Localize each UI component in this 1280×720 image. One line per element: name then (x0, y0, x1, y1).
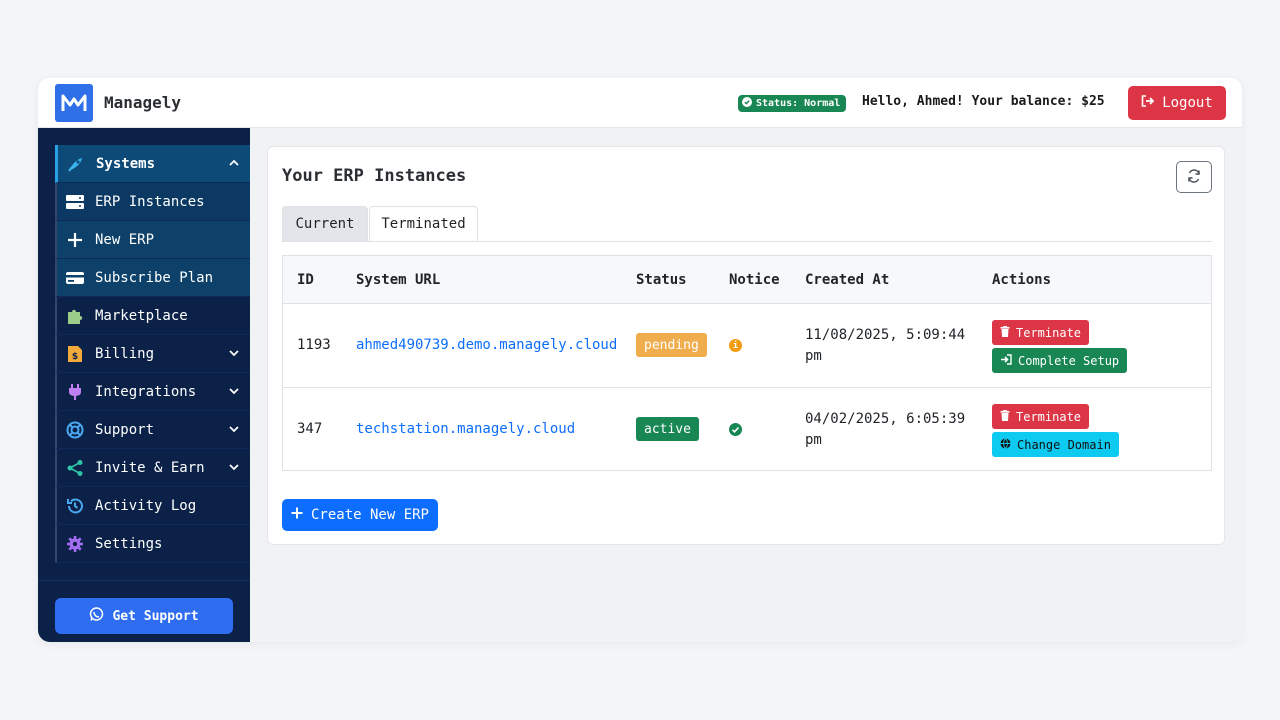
logout-label: Logout (1162, 95, 1213, 111)
check-circle-icon (729, 423, 742, 436)
column-header-notice: Notice (729, 272, 780, 288)
greeting-balance: Hello, Ahmed! Your balance: $25 (862, 94, 1105, 109)
status-badge: Status: Normal (738, 95, 847, 112)
sidebar: Systems ERP Instances New ERP Subscribe … (38, 128, 250, 642)
sidebar-item-label: New ERP (95, 231, 155, 248)
plug-icon (65, 382, 85, 402)
status-badge-active: active (636, 417, 699, 441)
complete-setup-button[interactable]: Complete Setup (992, 348, 1128, 373)
top-bar: Managely Status: Normal Hello, Ahmed! Yo… (38, 78, 1242, 128)
change-domain-button[interactable]: Change Domain (992, 432, 1119, 457)
history-icon (65, 496, 85, 516)
table-header: ID System URL Status Notice Created At A… (283, 256, 1211, 304)
sidebar-item-label: Integrations (95, 383, 197, 400)
chevron-down-icon (228, 385, 240, 401)
instance-tabs: Current Terminated (282, 206, 1212, 242)
instances-table: ID System URL Status Notice Created At A… (282, 255, 1212, 471)
instance-url-link[interactable]: ahmed490739.demo.managely.cloud (356, 337, 617, 353)
table-row: 347 techstation.managely.cloud active 04… (283, 388, 1211, 472)
plus-icon (65, 230, 85, 250)
sidebar-item-settings[interactable]: Settings (55, 525, 250, 563)
refresh-icon (1187, 168, 1201, 186)
terminate-button[interactable]: Terminate (992, 404, 1090, 429)
sidebar-item-label: Settings (95, 535, 163, 552)
sidebar-item-label: ERP Instances (95, 193, 205, 210)
sidebar-item-activity-log[interactable]: Activity Log (55, 487, 250, 525)
gear-icon (65, 534, 85, 554)
trash-icon (1000, 409, 1010, 424)
sidebar-item-invite-earn[interactable]: Invite & Earn (55, 449, 250, 487)
tab-terminated[interactable]: Terminated (369, 206, 478, 242)
instance-id: 1193 (297, 337, 331, 353)
sidebar-item-support[interactable]: Support (55, 411, 250, 449)
create-new-erp-label: Create New ERP (310, 507, 429, 523)
sidebar-item-label: Billing (95, 345, 155, 362)
sidebar-item-subscribe-plan[interactable]: Subscribe Plan (55, 259, 250, 297)
chevron-down-icon (228, 461, 240, 477)
server-icon (65, 192, 85, 212)
instance-id: 347 (297, 421, 323, 437)
sidebar-item-label: Systems (96, 155, 156, 172)
whatsapp-icon (89, 606, 104, 626)
column-header-status: Status (636, 272, 687, 288)
page-title: Your ERP Instances (282, 166, 467, 186)
logout-button[interactable]: Logout (1128, 86, 1226, 120)
column-header-actions: Actions (992, 272, 1052, 288)
column-header-id: ID (297, 272, 314, 288)
sidebar-item-label: Support (95, 421, 155, 438)
brand-name: Managely (104, 93, 182, 112)
chevron-up-icon (228, 157, 240, 173)
create-new-erp-button[interactable]: Create New ERP (282, 499, 438, 531)
change-domain-label: Change Domain (1017, 437, 1111, 452)
lifebuoy-icon (65, 420, 85, 440)
status-badge-pending: pending (636, 333, 707, 357)
terminate-label: Terminate (1016, 325, 1082, 340)
app-window: Managely Status: Normal Hello, Ahmed! Yo… (38, 78, 1242, 642)
complete-setup-label: Complete Setup (1018, 353, 1120, 368)
sidebar-item-erp-instances[interactable]: ERP Instances (55, 183, 250, 221)
svg-text:$: $ (72, 352, 78, 362)
info-icon[interactable]: i (729, 339, 742, 352)
instance-url-link[interactable]: techstation.managely.cloud (356, 421, 575, 437)
created-at: 04/02/2025, 6:05:39 pm (805, 411, 966, 448)
sidebar-item-billing[interactable]: $ Billing (55, 335, 250, 373)
rocket-icon (66, 154, 86, 174)
sidebar-item-label: Invite & Earn (95, 459, 205, 476)
table-row: 1193 ahmed490739.demo.managely.cloud pen… (283, 304, 1211, 388)
sidebar-item-label: Subscribe Plan (95, 269, 214, 286)
share-icon (65, 458, 85, 478)
get-support-button[interactable]: Get Support (55, 598, 233, 634)
sidebar-item-new-erp[interactable]: New ERP (55, 221, 250, 259)
globe-icon (1000, 437, 1011, 452)
tab-current[interactable]: Current (282, 206, 368, 242)
erp-instances-card: Your ERP Instances Current Terminated ID… (267, 146, 1225, 545)
logo-icon[interactable] (55, 84, 93, 122)
get-support-label: Get Support (112, 608, 199, 624)
trash-icon (1000, 325, 1010, 340)
chevron-down-icon (228, 347, 240, 363)
invoice-icon: $ (65, 344, 85, 364)
credit-card-icon (65, 268, 85, 288)
plus-icon (291, 507, 303, 523)
column-header-created-at: Created At (805, 272, 890, 288)
sidebar-item-integrations[interactable]: Integrations (55, 373, 250, 411)
chevron-down-icon (228, 423, 240, 439)
sidebar-item-label: Activity Log (95, 497, 197, 514)
created-at: 11/08/2025, 5:09:44 pm (805, 327, 966, 364)
puzzle-icon (65, 306, 85, 326)
sidebar-item-label: Marketplace (95, 307, 188, 324)
refresh-button[interactable] (1176, 161, 1212, 193)
terminate-label: Terminate (1016, 409, 1082, 424)
terminate-button[interactable]: Terminate (992, 320, 1090, 345)
sidebar-menu: Systems ERP Instances New ERP Subscribe … (55, 145, 250, 563)
sign-out-icon (1141, 95, 1155, 111)
sidebar-divider (38, 580, 250, 581)
sidebar-item-systems[interactable]: Systems (55, 145, 250, 183)
check-circle-icon (742, 97, 752, 110)
column-header-system-url: System URL (356, 272, 441, 288)
sidebar-item-marketplace[interactable]: Marketplace (55, 297, 250, 335)
sign-in-icon (1000, 353, 1012, 368)
status-text: Status: Normal (756, 98, 841, 109)
